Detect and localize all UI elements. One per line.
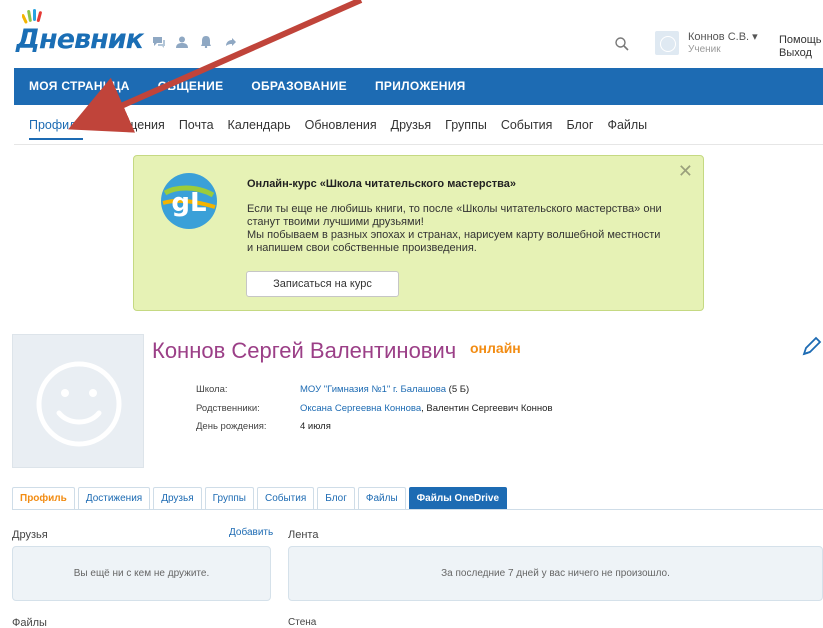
person-icon[interactable] bbox=[176, 36, 190, 48]
tabs-divider bbox=[12, 509, 823, 510]
friends-empty-text: Вы ещё ни с кем не дружите. bbox=[73, 568, 210, 579]
add-friend-link[interactable]: Добавить bbox=[229, 527, 273, 538]
subnav-friends[interactable]: Друзья bbox=[391, 118, 432, 132]
subnav-blog[interactable]: Блог bbox=[566, 118, 593, 132]
site-logo[interactable]: Дневник bbox=[16, 24, 144, 55]
mainnav-apps[interactable]: ПРИЛОЖЕНИЯ bbox=[361, 68, 480, 105]
exit-link[interactable]: Выход bbox=[779, 47, 812, 59]
friends-box: Вы ещё ни с кем не дружите. bbox=[12, 546, 271, 601]
subnav-profile[interactable]: Профиль bbox=[29, 118, 83, 140]
sub-nav: Профиль Сообщения Почта Календарь Обновл… bbox=[14, 105, 823, 145]
profile-avatar[interactable] bbox=[12, 334, 144, 468]
promo-banner: ✕ gL Онлайн-курс «Школа читательского ма… bbox=[133, 155, 704, 311]
enroll-button[interactable]: Записаться на курс bbox=[246, 271, 399, 297]
mainnav-my-page[interactable]: МОЯ СТРАНИЦА bbox=[14, 68, 144, 105]
header: Дневник Коннов С.В. ▾ Ученик Помощь Выхо… bbox=[0, 0, 823, 68]
user-name-dropdown[interactable]: Коннов С.В. ▾ bbox=[688, 30, 758, 43]
relatives-value: Оксана Сергеевна Коннова, Валентин Серге… bbox=[300, 403, 553, 414]
tab-onedrive[interactable]: Файлы OneDrive bbox=[408, 487, 508, 509]
bell-icon[interactable] bbox=[200, 36, 214, 49]
relative-link-mother[interactable]: Оксана Сергеевна Коннова bbox=[300, 403, 421, 414]
promo-body-line2: Мы побываем в разных эпохах и странах, н… bbox=[247, 229, 661, 254]
tab-achievements[interactable]: Достижения bbox=[77, 487, 151, 509]
subnav-messages[interactable]: Сообщения bbox=[97, 118, 165, 132]
profile-name: Коннов Сергей Валентинович bbox=[152, 338, 457, 363]
user-role: Ученик bbox=[688, 44, 721, 55]
tab-blog[interactable]: Блог bbox=[317, 487, 355, 509]
help-link[interactable]: Помощь bbox=[779, 34, 822, 46]
tab-groups[interactable]: Группы bbox=[204, 487, 254, 509]
feed-empty-text: За последние 7 дней у вас ничего не прои… bbox=[441, 568, 670, 579]
subnav-files[interactable]: Файлы bbox=[607, 118, 647, 132]
birthday-value: 4 июля bbox=[300, 421, 331, 432]
share-icon[interactable] bbox=[224, 36, 238, 48]
promo-body: Если ты еще не любишь книги, то после «Ш… bbox=[247, 203, 667, 255]
feed-box: За последние 7 дней у вас ничего не прои… bbox=[288, 546, 823, 601]
main-nav: МОЯ СТРАНИЦА ОБЩЕНИЕ ОБРАЗОВАНИЕ ПРИЛОЖЕ… bbox=[14, 68, 823, 105]
friends-heading: Друзья bbox=[12, 529, 48, 541]
relatives-label: Родственники: bbox=[196, 403, 260, 414]
course-logo: gL bbox=[161, 173, 217, 229]
school-class: (5 Б) bbox=[446, 384, 470, 395]
subnav-events[interactable]: События bbox=[501, 118, 553, 132]
relative-father: Валентин Сергеевич Коннов bbox=[426, 403, 553, 414]
mainnav-education[interactable]: ОБРАЗОВАНИЕ bbox=[237, 68, 361, 105]
birthday-label: День рождения: bbox=[196, 421, 267, 432]
mainnav-communication[interactable]: ОБЩЕНИЕ bbox=[144, 68, 238, 105]
course-logo-text: gL bbox=[171, 188, 206, 218]
search-icon[interactable] bbox=[614, 36, 630, 52]
school-value: МОУ "Гимназия №1" г. Балашова (5 Б) bbox=[300, 384, 469, 395]
subnav-mail[interactable]: Почта bbox=[179, 118, 214, 132]
close-icon[interactable]: ✕ bbox=[678, 161, 693, 182]
tab-profile[interactable]: Профиль bbox=[12, 487, 75, 509]
files-heading: Файлы bbox=[12, 617, 47, 628]
user-avatar[interactable] bbox=[655, 31, 679, 55]
subnav-updates[interactable]: Обновления bbox=[305, 118, 377, 132]
school-link[interactable]: МОУ "Гимназия №1" г. Балашова bbox=[300, 384, 446, 395]
promo-body-line1: Если ты еще не любишь книги, то после «Ш… bbox=[247, 203, 662, 228]
smiley-placeholder-icon bbox=[36, 361, 122, 447]
subnav-calendar[interactable]: Календарь bbox=[228, 118, 291, 132]
school-label: Школа: bbox=[196, 384, 228, 395]
promo-title: Онлайн-курс «Школа читательского мастерс… bbox=[247, 178, 517, 190]
chat-icon[interactable] bbox=[152, 36, 166, 48]
tab-friends[interactable]: Друзья bbox=[153, 487, 202, 509]
tab-events[interactable]: События bbox=[256, 487, 315, 509]
header-icons bbox=[152, 36, 238, 49]
feed-heading: Лента bbox=[288, 529, 319, 541]
wall-heading: Стена bbox=[288, 617, 317, 628]
profile-tabs: Профиль Достижения Друзья Группы События… bbox=[12, 487, 510, 509]
tab-files[interactable]: Файлы bbox=[357, 487, 406, 509]
edit-pencil-icon[interactable] bbox=[800, 336, 822, 360]
subnav-groups[interactable]: Группы bbox=[445, 118, 487, 132]
online-status: онлайн bbox=[470, 340, 521, 356]
